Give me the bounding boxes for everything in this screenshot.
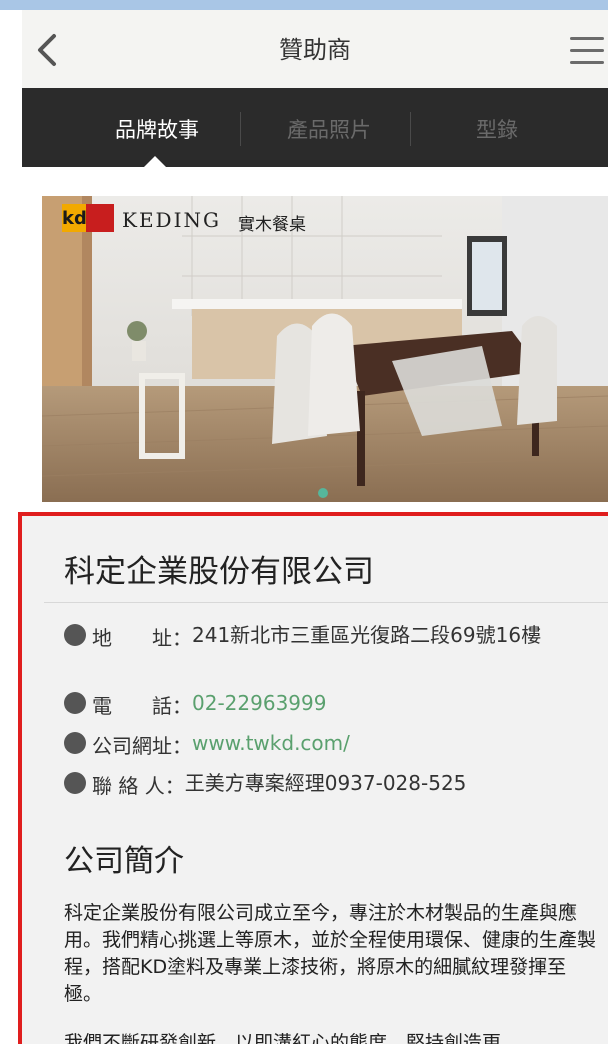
intro-title: 公司簡介 [64, 844, 184, 879]
phone-label: 電 話： [92, 694, 192, 718]
address-row: 地 址： 241新北市三重區光復路二段69號16樓 [64, 622, 608, 651]
location-pin-icon [64, 624, 86, 646]
tab-divider [410, 112, 411, 146]
tab-product-photos[interactable]: 產品照片 [254, 114, 404, 144]
brand-logo: kd [62, 208, 87, 229]
website-label: 公司網址： [92, 734, 192, 758]
hero-image[interactable] [42, 196, 608, 502]
intro-paragraph-2: 我們不斷研發創新，以即溝紅心的態度，堅持創造更 [64, 1032, 502, 1044]
carousel-indicator[interactable] [318, 488, 328, 498]
tab-bar: 品牌故事 產品照片 型錄 [22, 88, 608, 167]
tab-divider [240, 112, 241, 146]
nav-bar: 贊助商 [22, 10, 608, 88]
phone-row: 電 話： 02-22963999 [64, 690, 326, 719]
tab-catalog[interactable]: 型錄 [422, 114, 572, 144]
website-link[interactable]: www.twkd.com/ [192, 730, 350, 759]
menu-icon[interactable] [570, 37, 604, 65]
intro-paragraph: 科定企業股份有限公司成立至今，專注於木材製品的生產與應用。我們精心挑選上等原木，… [64, 902, 597, 1005]
page-title: 贊助商 [279, 36, 351, 64]
brand-subtitle: 實木餐桌 [238, 215, 306, 235]
brand-name: KEDING [122, 208, 221, 232]
contact-person-icon [64, 772, 86, 794]
active-tab-indicator [144, 156, 166, 167]
phone-icon [64, 692, 86, 714]
tab-brand-story[interactable]: 品牌故事 [82, 114, 232, 144]
company-name: 科定企業股份有限公司 [64, 554, 374, 590]
address-label: 地 址： [92, 626, 192, 650]
contact-label: 聯 絡 人： [92, 774, 185, 798]
kitchen-dining-photo [42, 196, 608, 502]
phone-link[interactable]: 02-22963999 [192, 690, 326, 719]
contact-value: 王美方專案經理0937-028-525 [184, 771, 467, 795]
website-row: 公司網址： www.twkd.com/ [64, 730, 350, 759]
address-value: 241新北市三重區光復路二段69號16樓 [192, 623, 542, 647]
status-strip [0, 0, 608, 10]
contact-row: 聯 絡 人： 王美方專案經理0937-028-525 [64, 770, 466, 799]
company-info-panel: 科定企業股份有限公司 地 址： 241新北市三重區光復路二段69號16樓 電 話… [18, 512, 608, 1044]
divider [44, 602, 608, 603]
website-icon [64, 732, 86, 754]
